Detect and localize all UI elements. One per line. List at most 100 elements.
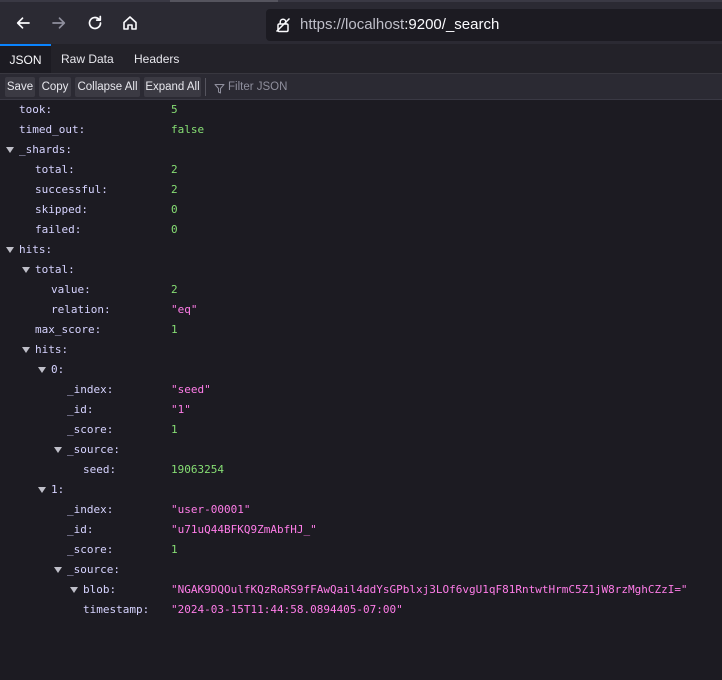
json-key: took: <box>19 103 53 116</box>
json-key: successful: <box>35 183 108 196</box>
toolbar-divider <box>205 78 206 96</box>
tab-headers[interactable]: Headers <box>134 44 179 73</box>
json-row[interactable]: 1: <box>0 480 722 500</box>
lock-warning-icon[interactable] <box>274 16 292 38</box>
expand-toggle-icon[interactable] <box>6 147 14 153</box>
collapse-all-button[interactable]: Collapse All <box>75 77 140 97</box>
json-key: _source: <box>67 443 120 456</box>
browser-toolbar: https://localhost:9200/_search <box>0 0 722 44</box>
json-row[interactable]: _shards: <box>0 140 722 160</box>
json-row: skipped: 0 <box>0 200 722 220</box>
json-value: "eq" <box>171 303 198 316</box>
url-path: :9200/_search <box>404 16 500 33</box>
json-value: "seed" <box>171 383 211 396</box>
json-value: "1" <box>171 403 191 416</box>
json-value: 2 <box>171 183 178 196</box>
json-key: hits: <box>19 243 53 256</box>
json-key: _index: <box>67 503 114 516</box>
address-bar[interactable]: https://localhost:9200/_search <box>266 9 722 41</box>
tab-json[interactable]: JSON <box>0 44 51 73</box>
expand-toggle-icon[interactable] <box>6 247 14 253</box>
json-row[interactable]: _source: <box>0 560 722 580</box>
json-value: "2024-03-15T11:44:58.0894405-07:00" <box>171 603 403 616</box>
expand-toggle-icon[interactable] <box>54 567 62 573</box>
json-key: _score: <box>67 423 114 436</box>
back-button[interactable] <box>10 10 36 36</box>
expand-toggle-icon[interactable] <box>70 587 78 593</box>
json-key: value: <box>51 283 91 296</box>
json-row: _index: "user-00001" <box>0 500 722 520</box>
expand-toggle-icon[interactable] <box>22 267 30 273</box>
json-row[interactable]: total: <box>0 260 722 280</box>
home-icon <box>123 16 137 30</box>
home-button[interactable] <box>117 10 143 36</box>
copy-button[interactable]: Copy <box>39 77 71 97</box>
json-row: _score: 1 <box>0 420 722 440</box>
json-row[interactable]: blob: "NGAK9DQOulfKQzRoRS9fFAwQail4ddYsGP… <box>0 580 722 600</box>
url-text[interactable]: https://localhost:9200/_search <box>300 16 499 33</box>
json-row: timestamp: "2024-03-15T11:44:58.0894405-0… <box>0 600 722 620</box>
json-key: skipped: <box>35 203 88 216</box>
json-key: total: <box>35 163 75 176</box>
json-value: 1 <box>171 543 178 556</box>
json-value: 1 <box>171 423 178 436</box>
reload-icon <box>88 15 102 30</box>
expand-toggle-icon[interactable] <box>38 487 46 493</box>
expand-toggle-icon[interactable] <box>22 347 30 353</box>
json-row[interactable]: hits: <box>0 340 722 360</box>
expand-toggle-icon[interactable] <box>54 447 62 453</box>
json-value: 0 <box>171 223 178 236</box>
url-host: https://localhost <box>300 16 405 33</box>
json-key: relation: <box>51 303 111 316</box>
json-row: value: 2 <box>0 280 722 300</box>
json-key: 1: <box>51 483 65 496</box>
json-value: 19063254 <box>171 463 224 476</box>
tab-raw-data[interactable]: Raw Data <box>61 44 114 73</box>
json-key: 0: <box>51 363 65 376</box>
json-key: failed: <box>35 223 82 236</box>
json-key: total: <box>35 263 75 276</box>
arrow-left-icon <box>16 17 30 29</box>
json-toolbar: Save Copy Collapse All Expand All Filter… <box>0 74 722 100</box>
json-key: seed: <box>83 463 117 476</box>
forward-button[interactable] <box>46 10 72 36</box>
expand-all-button[interactable]: Expand All <box>144 77 201 97</box>
json-value: 2 <box>171 283 178 296</box>
json-value: "u71uQ44BFKQ9ZmAbfHJ_" <box>171 523 317 536</box>
json-row: seed: 19063254 <box>0 460 722 480</box>
arrow-right-icon <box>52 17 66 29</box>
json-row[interactable]: 0: <box>0 360 722 380</box>
json-row[interactable]: hits: <box>0 240 722 260</box>
json-key: hits: <box>35 343 69 356</box>
viewer-tabs: JSON Raw Data Headers <box>0 44 722 74</box>
json-key: timestamp: <box>83 603 150 616</box>
json-key: _source: <box>67 563 120 576</box>
json-key: _id: <box>67 403 94 416</box>
json-row: successful: 2 <box>0 180 722 200</box>
json-key: _index: <box>67 383 114 396</box>
json-row: _index: "seed" <box>0 380 722 400</box>
reload-button[interactable] <box>82 10 108 36</box>
json-row[interactable]: _source: <box>0 440 722 460</box>
json-row: _id: "u71uQ44BFKQ9ZmAbfHJ_" <box>0 520 722 540</box>
json-key: _score: <box>67 543 114 556</box>
json-value: "user-00001" <box>171 503 251 516</box>
json-value: 0 <box>171 203 178 216</box>
json-key: blob: <box>83 583 117 596</box>
json-value: 5 <box>171 103 178 116</box>
filter-placeholder: Filter JSON <box>228 81 288 93</box>
json-row: total: 2 <box>0 160 722 180</box>
json-value: 1 <box>171 323 178 336</box>
json-row: timed_out: false <box>0 120 722 140</box>
json-key: max_score: <box>35 323 102 336</box>
json-row: failed: 0 <box>0 220 722 240</box>
json-value: "NGAK9DQOulfKQzRoRS9fFAwQail4ddYsGPblxj3… <box>171 583 688 596</box>
json-row: took: 5 <box>0 100 722 120</box>
filter-icon <box>214 81 225 101</box>
json-key: timed_out: <box>19 123 86 136</box>
tab-strip-edge <box>0 0 722 2</box>
expand-toggle-icon[interactable] <box>38 367 46 373</box>
save-button[interactable]: Save <box>5 77 35 97</box>
json-value: 2 <box>171 163 178 176</box>
json-row: _id: "1" <box>0 400 722 420</box>
